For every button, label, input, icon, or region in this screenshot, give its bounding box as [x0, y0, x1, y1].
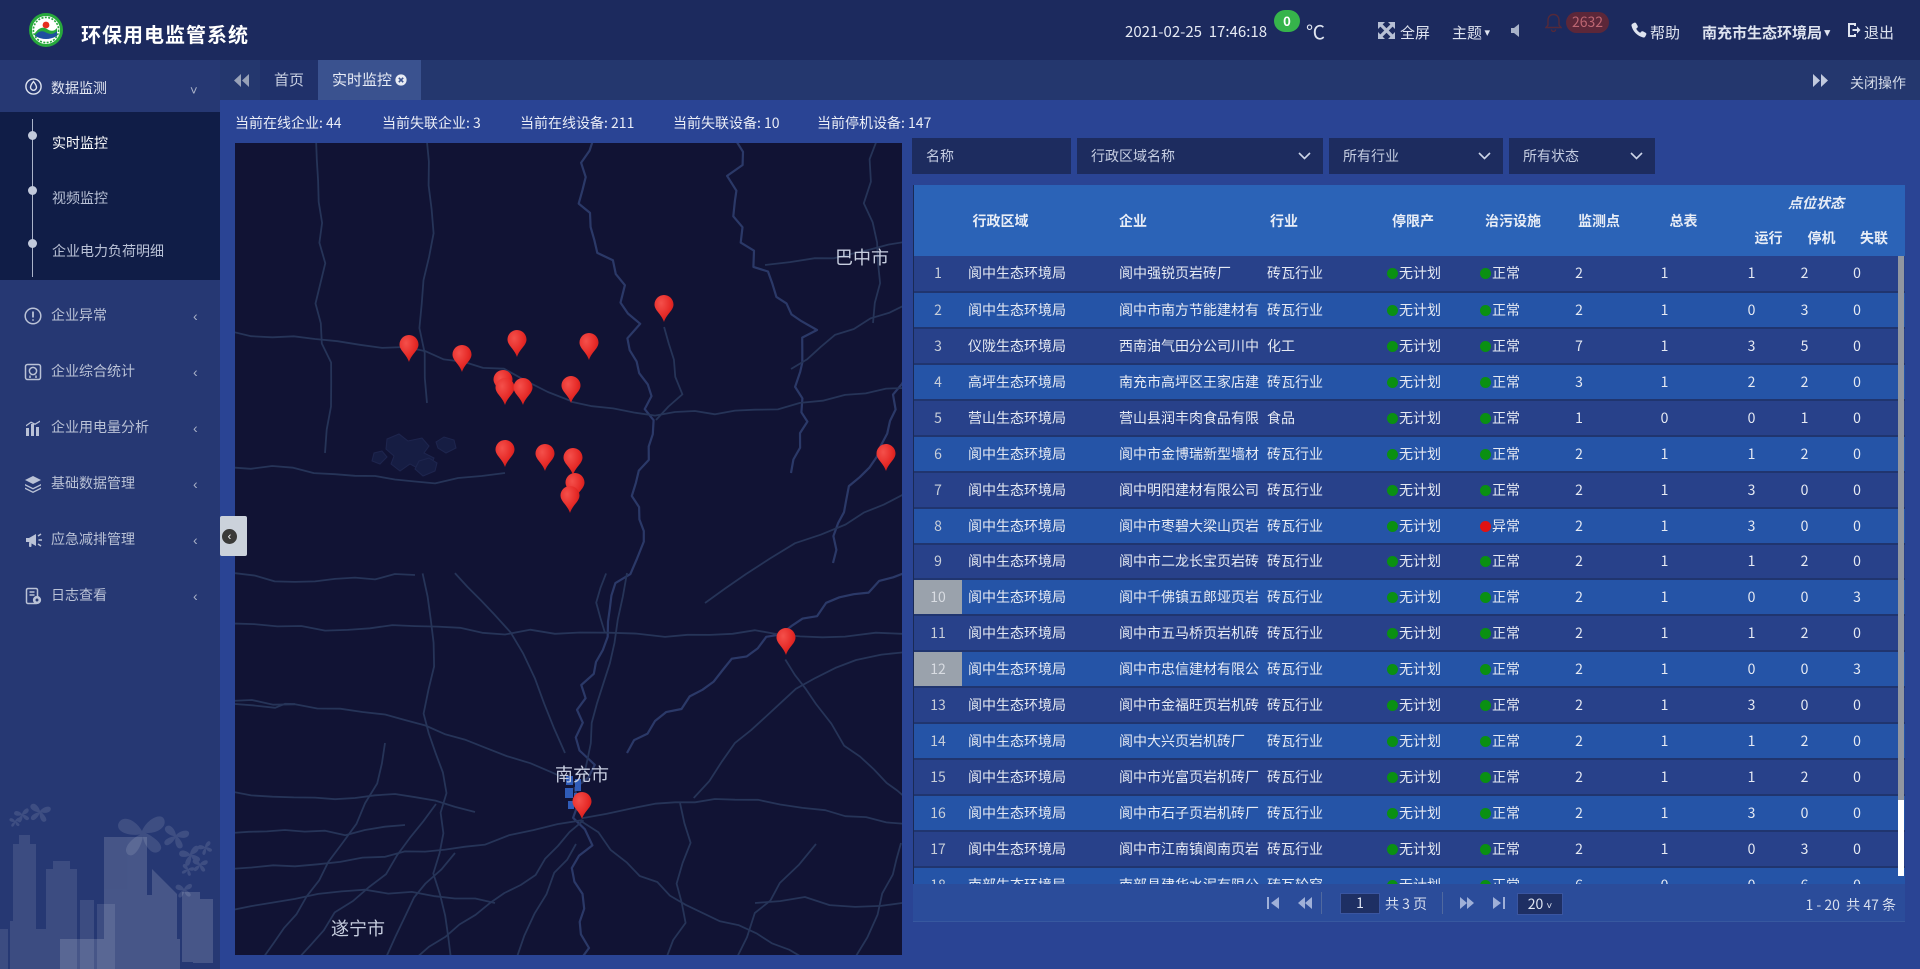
svg-text:遂宁市: 遂宁市: [331, 915, 385, 941]
svg-text:巴中市: 巴中市: [835, 244, 889, 270]
svg-text:南充市: 南充市: [555, 761, 609, 787]
